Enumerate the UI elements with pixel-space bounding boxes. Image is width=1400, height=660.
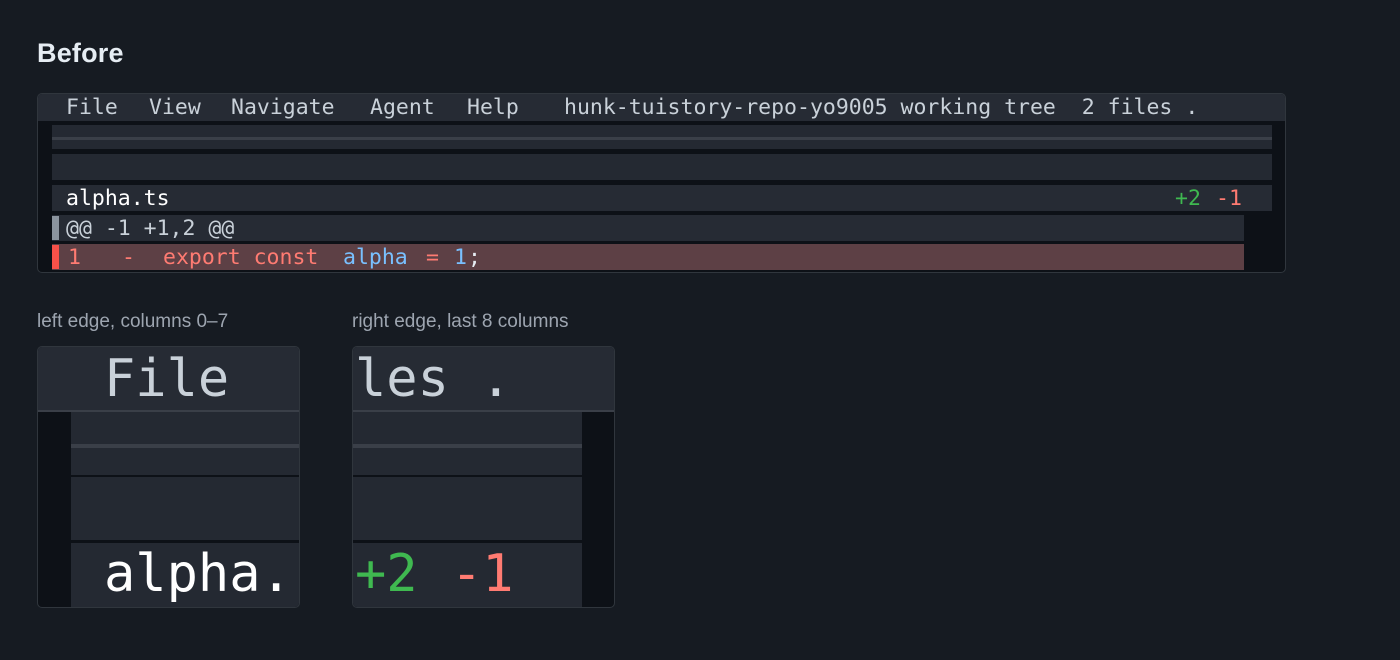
status-text: hunk-tuistory-repo-yo9005 working tree 2… (564, 95, 1199, 120)
code-number: 1 (454, 245, 467, 270)
zoom-menu-bar: File (38, 347, 299, 412)
additions-count: +2 (1175, 186, 1201, 211)
menu-file[interactable]: File (66, 94, 118, 121)
empty-row (52, 140, 1272, 149)
diff-sign: - (122, 245, 135, 270)
menu-bar: File View Navigate Agent Help hunk-tuist… (38, 94, 1285, 121)
menu-view[interactable]: View (149, 94, 201, 121)
empty-row (52, 125, 1272, 137)
zoom-deletions-count: -1 (451, 544, 514, 604)
menu-agent[interactable]: Agent (370, 94, 435, 121)
zoom-left-caption: left edge, columns 0–7 (37, 311, 229, 332)
zoom-right-panel: les . +2 -1 (352, 346, 615, 608)
empty-row (353, 412, 582, 444)
filename: alpha.ts (66, 186, 170, 211)
file-header-row: alpha. (71, 543, 299, 607)
menu-help[interactable]: Help (467, 94, 519, 121)
zoom-left-top-text: File (104, 349, 230, 409)
hunk-header: @@ -1 +1,2 @@ (66, 216, 235, 241)
empty-row (52, 154, 1272, 180)
empty-row (71, 448, 299, 475)
file-header-row[interactable]: alpha.ts +2 -1 (52, 185, 1272, 211)
zoom-additions-count: +2 (355, 544, 418, 604)
code-keywords: export const (163, 245, 319, 270)
deleted-line-row[interactable]: 1 - export const alpha = 1 ; (52, 244, 1244, 270)
deletion-marker (52, 245, 59, 269)
empty-row (353, 477, 582, 540)
empty-row (71, 412, 299, 444)
menu-navigate[interactable]: Navigate (231, 94, 335, 121)
code-identifier: alpha (343, 245, 408, 270)
empty-row (71, 477, 299, 540)
hunk-header-row[interactable]: @@ -1 +1,2 @@ (52, 215, 1244, 241)
line-number: 1 (68, 245, 81, 270)
zoom-right-caption: right edge, last 8 columns (352, 311, 569, 332)
deletions-count: -1 (1216, 186, 1242, 211)
zoom-left-panel: File alpha. (37, 346, 300, 608)
section-heading: Before (37, 38, 124, 68)
hunk-marker (52, 216, 59, 240)
file-header-row: +2 -1 (353, 543, 582, 607)
terminal-window: File View Navigate Agent Help hunk-tuist… (37, 93, 1286, 273)
empty-row (353, 448, 582, 475)
zoom-menu-bar: les . (353, 347, 614, 412)
zoom-right-top-text: les . (355, 349, 512, 409)
zoom-left-bottom-text: alpha. (104, 544, 292, 604)
code-operator: = (426, 245, 439, 270)
code-terminator: ; (468, 245, 481, 270)
